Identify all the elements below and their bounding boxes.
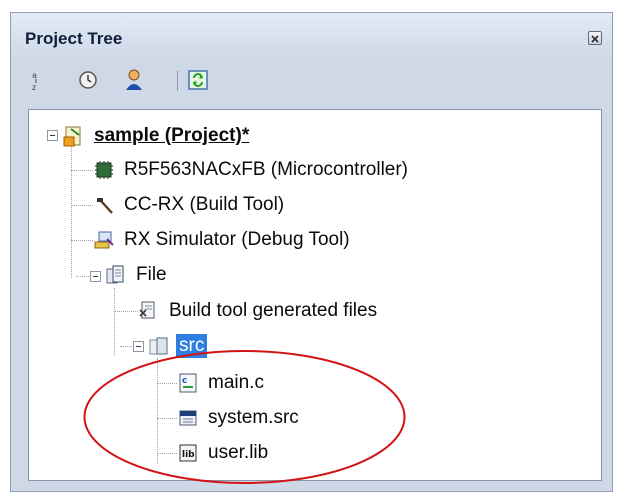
file-folder-icon <box>105 264 127 286</box>
hammer-icon <box>93 194 115 216</box>
build-tool-label: CC-RX (Build Tool) <box>124 194 285 215</box>
lib-file-icon: lib <box>177 442 199 464</box>
toolbar-separator <box>177 71 178 91</box>
project-icon <box>63 125 85 147</box>
sort-icon[interactable]: a z <box>25 69 47 91</box>
panel-title: Project Tree <box>25 29 123 48</box>
tree-line <box>71 240 93 241</box>
tree-line <box>157 383 177 384</box>
project-tree-panel: Project Tree a z sample (Project)* R5F56… <box>10 12 613 492</box>
tree-node-generated-files[interactable]: Build tool generated files <box>138 298 380 324</box>
file-label: main.c <box>208 372 264 393</box>
tree-node-microcontroller[interactable]: R5F563NACxFB (Microcontroller) <box>93 157 411 183</box>
tree-node-system-src[interactable]: system.src <box>177 405 302 431</box>
collapse-icon[interactable] <box>133 341 144 352</box>
microcontroller-label: R5F563NACxFB (Microcontroller) <box>124 159 409 180</box>
folder-icon <box>148 335 170 357</box>
file-label: system.src <box>208 407 299 428</box>
tree-line <box>114 311 138 312</box>
close-icon[interactable] <box>588 31 602 45</box>
svg-text:a: a <box>32 71 37 80</box>
panel-titlebar: Project Tree <box>11 13 612 57</box>
refresh-icon[interactable] <box>187 69 209 91</box>
tree-line <box>157 358 158 464</box>
svg-text:lib: lib <box>182 450 195 460</box>
svg-text:z: z <box>32 83 36 91</box>
generated-files-icon <box>138 300 160 322</box>
simulator-icon <box>93 229 115 251</box>
tree-node-main-c[interactable]: c main.c <box>177 370 267 396</box>
tree-node-build-tool[interactable]: CC-RX (Build Tool) <box>93 192 287 218</box>
svg-text:c: c <box>182 376 187 386</box>
tree-node-project[interactable]: sample (Project)* <box>63 123 252 149</box>
project-label: sample (Project)* <box>94 125 250 146</box>
tree-node-debug-tool[interactable]: RX Simulator (Debug Tool) <box>93 227 353 253</box>
toolbar: a z <box>11 57 612 105</box>
project-tree[interactable]: sample (Project)* R5F563NACxFB (Microcon… <box>28 109 602 481</box>
clock-icon[interactable] <box>77 69 99 91</box>
tree-node-user-lib[interactable]: lib user.lib <box>177 440 271 466</box>
tree-node-file-folder[interactable]: File <box>105 262 170 288</box>
generated-files-label: Build tool generated files <box>169 300 378 321</box>
tree-line <box>71 205 93 206</box>
tree-line <box>71 170 93 171</box>
asm-file-icon <box>177 407 199 429</box>
person-icon[interactable] <box>123 69 145 91</box>
collapse-icon[interactable] <box>47 130 58 141</box>
tree-line <box>157 418 177 419</box>
tree-line <box>71 140 72 278</box>
debug-tool-label: RX Simulator (Debug Tool) <box>124 229 350 250</box>
chip-icon <box>93 159 115 181</box>
tree-line <box>114 288 115 356</box>
collapse-icon[interactable] <box>90 271 101 282</box>
tree-line <box>157 453 177 454</box>
file-label: user.lib <box>208 442 269 463</box>
src-folder-label: src <box>176 334 208 358</box>
c-file-icon: c <box>177 372 199 394</box>
tree-node-src-folder[interactable]: src <box>148 333 208 359</box>
file-folder-label: File <box>136 264 167 285</box>
